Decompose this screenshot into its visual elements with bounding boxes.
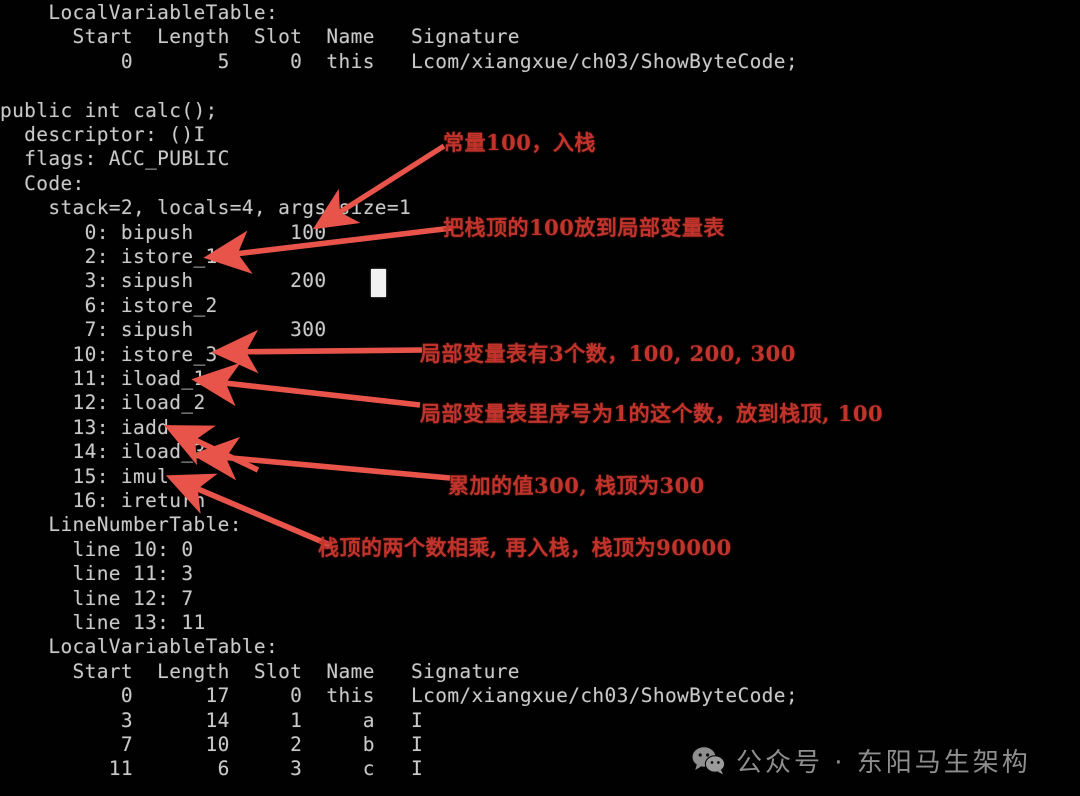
terminal-line: 11 6 3 c I (0, 757, 424, 781)
terminal-line: line 13: 11 (0, 611, 206, 634)
terminal-line: stack=2, locals=4, args_size=1 (0, 196, 412, 220)
annotation-note: 累加的值300, 栈顶为300 (448, 473, 705, 498)
watermark-text: 公众号 · 东阳马生架构 (736, 748, 1031, 778)
terminal-line: 0 17 0 this Lcom/xiangxue/ch03/ShowByteC… (0, 684, 798, 708)
watermark: 公众号 · 东阳马生架构 (692, 742, 1031, 779)
terminal-line: Start Length Slot Name Signature (0, 659, 520, 683)
terminal-line: line 11: 3 (0, 562, 194, 586)
terminal-line: 3 14 1 a I (0, 708, 424, 732)
terminal-line: descriptor: ()I (0, 123, 206, 146)
wechat-icon (692, 746, 726, 775)
terminal-line: 3: sipush 200 (0, 269, 327, 293)
terminal-line: 7: sipush 300 (0, 318, 327, 342)
annotation-note: 栈顶的两个数相乘, 再入栈，栈顶为90000 (318, 535, 732, 560)
annotation-note: 把栈顶的100放到局部变量表 (443, 215, 725, 240)
terminal-line: LineNumberTable: (0, 513, 242, 537)
terminal-line: 0: bipush 100 (0, 220, 327, 244)
terminal-cursor (371, 269, 386, 297)
terminal-line: 2: istore_1 (0, 245, 218, 268)
terminal-line: line 12: 7 (0, 586, 194, 610)
terminal-line: 14: iload_3 (0, 440, 206, 464)
terminal-line: 7 10 2 b I (0, 733, 424, 756)
terminal-line: public int calc(); (0, 98, 218, 122)
terminal-line: LocalVariableTable: (0, 635, 279, 659)
annotation-note: 局部变量表里序号为1的这个数，放到栈顶, 100 (420, 401, 884, 426)
terminal-line: 12: iload_2 (0, 391, 206, 415)
terminal-line: LocalVariableTable: (0, 1, 279, 24)
terminal-screenshot: LocalVariableTable: Start Length Slot Na… (0, 0, 1080, 796)
terminal-line: 10: istore_3 (0, 342, 218, 366)
terminal-line: flags: ACC_PUBLIC (0, 147, 230, 171)
annotation-note: 局部变量表有3个数，100, 200, 300 (420, 341, 796, 366)
terminal-line: 15: imul (0, 464, 170, 488)
terminal-line: 13: iadd (0, 415, 170, 439)
terminal-line: Code: (0, 171, 85, 195)
terminal-line: 6: istore_2 (0, 293, 218, 317)
terminal-line: Start Length Slot Name Signature (0, 25, 520, 49)
terminal-line: 16: ireturn (0, 489, 206, 512)
terminal-line: line 10: 0 (0, 537, 194, 561)
terminal-line: 0 5 0 this Lcom/xiangxue/ch03/ShowByteCo… (0, 49, 798, 73)
annotation-note: 常量100，入栈 (443, 130, 596, 155)
terminal-line: 11: iload_1 (0, 367, 206, 390)
